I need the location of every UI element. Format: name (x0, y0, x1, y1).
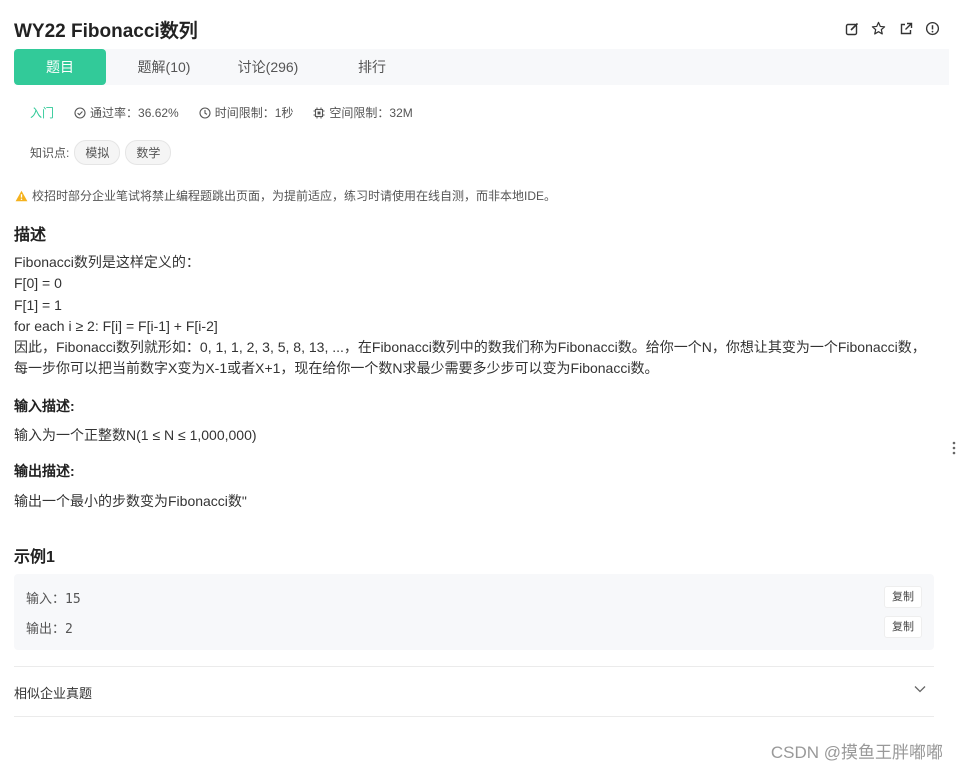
share-icon[interactable] (897, 20, 914, 37)
example-output: 输出：2 (26, 622, 73, 637)
similar-questions-label: 相似企业真题 (14, 686, 93, 701)
watermark: CSDN @摸鱼王胖嘟嘟 (770, 743, 943, 762)
edit-icon[interactable] (843, 20, 860, 37)
copy-input-button[interactable]: 复制 (884, 586, 922, 608)
chip-icon (313, 107, 325, 118)
description-line: 因此，Fibonacci数列就形如：0, 1, 1, 2, 3, 5, 8, 1… (14, 339, 926, 356)
page-title: WY22 Fibonacci数列 (14, 21, 198, 42)
problem-header: WY22 Fibonacci数列 (14, 14, 945, 44)
space-limit: 空间限制：32M (313, 104, 413, 121)
description-heading: 描述 (14, 227, 47, 244)
description-line: F[1] = 1 (14, 296, 62, 313)
copy-output-button[interactable]: 复制 (884, 616, 922, 638)
tag-simulation[interactable]: 模拟 (74, 140, 121, 165)
description-line: for each i ≥ 2: F[i] = F[i-1] + F[i-2] (14, 317, 218, 334)
pass-rate: 通过率：36.62% (74, 104, 179, 121)
check-circle-icon (74, 106, 86, 119)
warning-icon (15, 190, 28, 201)
tag-math[interactable]: 数学 (125, 140, 172, 165)
knowledge-points: 知识点: 模拟 数学 (30, 140, 172, 165)
output-text: 输出一个最小的步数变为Fibonacci数" (14, 493, 247, 509)
clock-icon (199, 106, 211, 119)
tab-ranking[interactable]: 排行 (344, 49, 400, 85)
more-vertical-icon[interactable] (951, 440, 957, 456)
time-limit: 时间限制：1秒 (199, 104, 294, 121)
tab-discussion[interactable]: 讨论(296) (224, 49, 312, 85)
difficulty-label: 入门 (30, 106, 55, 120)
description-line: 每一步你可以把当前数字X变为X-1或者X+1，现在给你一个数N求最少需要多少步可… (14, 360, 659, 377)
chevron-down-icon (914, 686, 926, 693)
space-limit-text: 空间限制：32M (329, 106, 413, 120)
tab-bar: 题目 题解(10) 讨论(296) 排行 (14, 49, 949, 85)
example-heading: 示例1 (14, 549, 55, 566)
similar-questions-toggle[interactable]: 相似企业真题 (14, 666, 934, 717)
time-limit-text: 时间限制：1秒 (214, 106, 294, 120)
output-heading: 输出描述: (14, 463, 75, 479)
knowledge-label: 知识点: (30, 146, 70, 160)
report-icon[interactable] (924, 20, 941, 37)
example-box: 输入：15 复制 输出：2 复制 (14, 574, 934, 650)
header-actions (843, 20, 941, 37)
input-heading: 输入描述: (14, 398, 75, 414)
example-input: 输入：15 (26, 592, 81, 607)
description-line: Fibonacci数列是这样定义的： (14, 254, 200, 270)
description-body: Fibonacci数列是这样定义的： F[0] = 0 F[1] = 1 for… (14, 252, 926, 380)
warning-text: 校招时部分企业笔试将禁止编程题跳出页面，为提前适应，练习时请使用在线自测，而非本… (32, 189, 557, 203)
warning-notice: 校招时部分企业笔试将禁止编程题跳出页面，为提前适应，练习时请使用在线自测，而非本… (15, 187, 556, 204)
star-icon[interactable] (870, 20, 887, 37)
pass-rate-text: 通过率：36.62% (90, 106, 179, 120)
tab-solutions[interactable]: 题解(10) (122, 49, 206, 85)
tab-problem[interactable]: 题目 (14, 49, 106, 85)
problem-meta: 入门 通过率：36.62% 时间限制：1秒 空间限制：32M (30, 104, 433, 121)
description-line: F[0] = 0 (14, 275, 62, 292)
input-text: 输入为一个正整数N(1 ≤ N ≤ 1,000,000) (14, 427, 257, 443)
